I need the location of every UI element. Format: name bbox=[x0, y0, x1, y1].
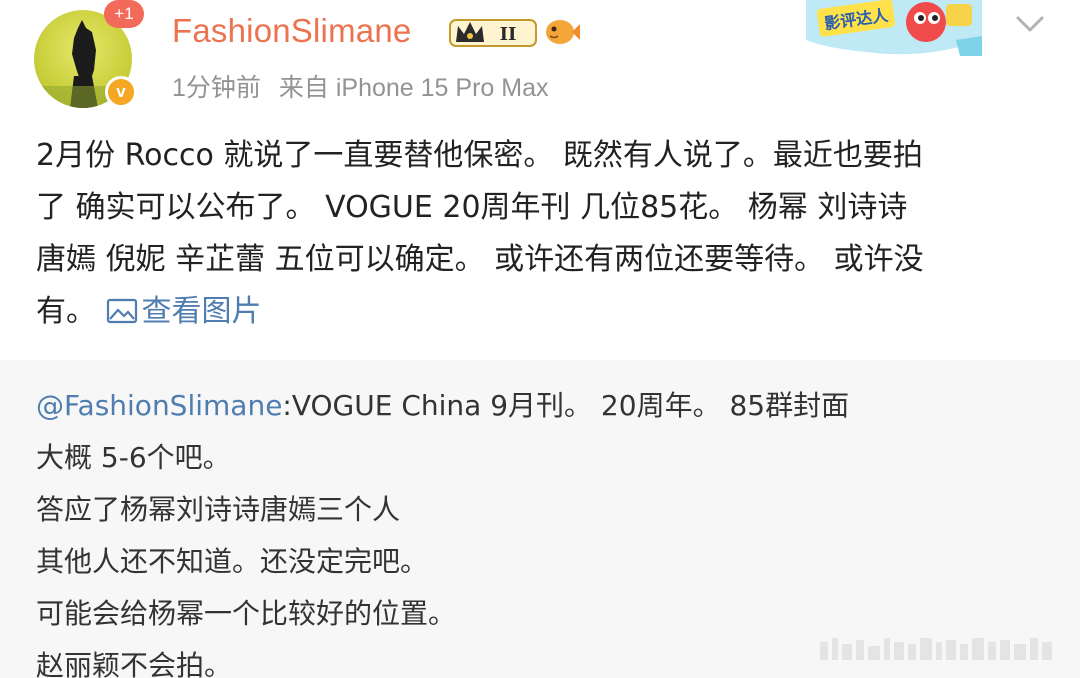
repost-first-line: @FashionSlimane:VOGUE China 9月刊。 20周年。 8… bbox=[36, 380, 849, 432]
watermark-icon bbox=[820, 638, 1052, 660]
repost-line: 可能会给杨幂一个比较好的位置。 bbox=[36, 597, 457, 630]
repost-line: 赵丽颖不会拍。 bbox=[36, 649, 233, 678]
repost-line: 大概 5-6个吧。 bbox=[36, 441, 231, 474]
image-icon bbox=[106, 298, 137, 324]
post-meta: 1分钟前 来自 iPhone 15 Pro Max bbox=[172, 68, 548, 104]
reposted-content[interactable]: @FashionSlimane:VOGUE China 9月刊。 20周年。 8… bbox=[0, 360, 1080, 678]
post-text-line: 唐嫣 倪妮 辛芷蕾 五位可以确定。 或许还有两位还要等待。 或许没 bbox=[36, 242, 924, 277]
fish-icon[interactable] bbox=[542, 14, 580, 50]
post-time: 1分钟前 bbox=[172, 74, 261, 102]
repost-text: :VOGUE China 9月刊。 20周年。 85群封面 bbox=[282, 389, 850, 422]
view-image-link[interactable]: 查看图片 bbox=[106, 294, 262, 329]
username-link[interactable]: FashionSlimane bbox=[172, 12, 411, 50]
crown-rank-badge-icon[interactable]: II bbox=[448, 14, 538, 50]
follower-plus-badge: +1 bbox=[104, 0, 144, 28]
post-body: 2月份 Rocco 就说了一直要替他保密。 既然有人说了。最近也要拍 了 确实可… bbox=[36, 130, 1046, 338]
rank-badge-label: II bbox=[500, 24, 517, 45]
weibo-post: +1 v FashionSlimane II 1分钟前 来自 iPhone 15 … bbox=[0, 0, 1080, 360]
post-source[interactable]: 来自 iPhone 15 Pro Max bbox=[279, 74, 549, 102]
repost-body: @FashionSlimane:VOGUE China 9月刊。 20周年。 8… bbox=[36, 380, 849, 678]
movie-reviewer-promo-banner[interactable]: 影评达人 bbox=[806, 0, 982, 60]
verified-icon: v bbox=[105, 76, 137, 108]
post-text-line: 了 确实可以公布了。 VOGUE 20周年刊 几位85花。 杨幂 刘诗诗 bbox=[36, 190, 908, 225]
repost-line: 其他人还不知道。还没定完吧。 bbox=[36, 545, 429, 578]
repost-line: 答应了杨幂刘诗诗唐嫣三个人 bbox=[36, 493, 401, 526]
view-image-label: 查看图片 bbox=[141, 294, 262, 329]
post-text-last-line: 有。 查看图片 bbox=[36, 286, 1046, 338]
post-text-line: 2月份 Rocco 就说了一直要替他保密。 既然有人说了。最近也要拍 bbox=[36, 138, 923, 173]
mention-link[interactable]: @FashionSlimane bbox=[36, 389, 282, 422]
post-text-line: 有。 bbox=[36, 294, 106, 329]
chevron-down-icon[interactable] bbox=[1012, 8, 1048, 38]
